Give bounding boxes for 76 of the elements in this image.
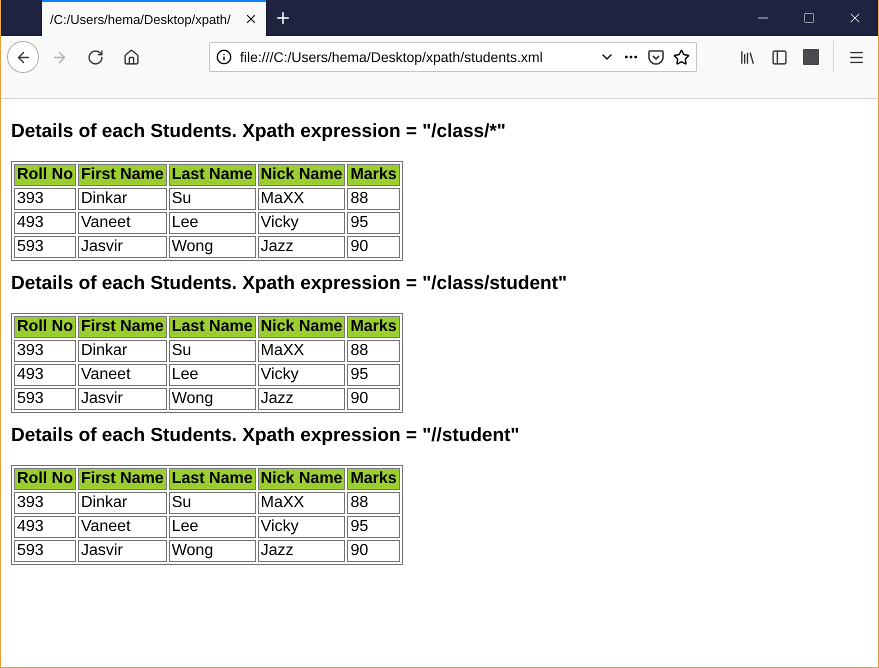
- section-heading: Details of each Students. Xpath expression = "/class/*": [11, 121, 507, 143]
- table-cell: 95: [347, 516, 400, 538]
- table-cell: Wong: [168, 540, 256, 562]
- column-header: Marks: [347, 316, 400, 338]
- reload-icon[interactable]: [86, 48, 104, 66]
- column-header: First Name: [78, 316, 167, 338]
- table-cell: Dinkar: [78, 340, 167, 362]
- column-header: Roll No: [14, 316, 76, 338]
- table-cell: 90: [347, 388, 400, 410]
- browser-tab[interactable]: /C:/Users/hema/Desktop/xpath/: [42, 0, 266, 36]
- table-cell: 88: [347, 340, 400, 362]
- table-cell: 88: [347, 188, 400, 210]
- column-header: Roll No: [14, 164, 76, 186]
- table-cell: Vaneet: [78, 364, 167, 386]
- column-header: Marks: [347, 164, 400, 186]
- column-header: Last Name: [168, 468, 256, 490]
- table-cell: Vaneet: [78, 516, 167, 538]
- section-heading: Details of each Students. Xpath expression = "//student": [11, 425, 520, 447]
- table-cell: 593: [14, 236, 76, 258]
- table-cell: 593: [14, 540, 76, 562]
- table-cell: 393: [14, 188, 76, 210]
- table-cell: 493: [14, 364, 76, 386]
- table-cell: Lee: [168, 516, 256, 538]
- table-cell: Jazz: [258, 236, 346, 258]
- sidebar-icon[interactable]: [770, 48, 788, 66]
- table-cell: Vicky: [258, 516, 346, 538]
- table-cell: Su: [168, 188, 256, 210]
- star-icon[interactable]: [673, 48, 690, 66]
- pocket-icon[interactable]: [647, 48, 665, 66]
- table-cell: Jasvir: [78, 540, 167, 562]
- column-header: Roll No: [14, 468, 76, 490]
- table-cell: Jasvir: [78, 236, 167, 258]
- table-cell: Jazz: [258, 388, 346, 410]
- table-cell: Dinkar: [78, 188, 167, 210]
- maximize-icon[interactable]: [803, 12, 815, 24]
- section-heading: Details of each Students. Xpath expression = "/class/student": [11, 273, 568, 295]
- table-cell: Wong: [168, 388, 256, 410]
- home-icon[interactable]: [122, 48, 140, 66]
- table-cell: Wong: [168, 236, 256, 258]
- column-header: Last Name: [168, 316, 256, 338]
- table-cell: 493: [14, 212, 76, 234]
- table-cell: Lee: [168, 364, 256, 386]
- table-cell: Vaneet: [78, 212, 167, 234]
- column-header: Nick Name: [258, 316, 346, 338]
- table-cell: 95: [347, 212, 400, 234]
- column-header: Last Name: [168, 164, 256, 186]
- table-cell: Lee: [168, 212, 256, 234]
- close-icon[interactable]: [244, 12, 258, 26]
- table-cell: Su: [168, 492, 256, 514]
- table-cell: MaXX: [258, 188, 346, 210]
- table-cell: Jasvir: [78, 388, 167, 410]
- address-bar[interactable]: file:///C:/Users/hema/Desktop/xpath/students.xml: [209, 42, 697, 72]
- column-header: Nick Name: [258, 164, 346, 186]
- table-cell: Su: [168, 340, 256, 362]
- table-cell: 393: [14, 340, 76, 362]
- table-cell: 393: [14, 492, 76, 514]
- table-cell: Jazz: [258, 540, 346, 562]
- table-cell: MaXX: [258, 492, 346, 514]
- table-cell: 90: [347, 236, 400, 258]
- table-cell: 493: [14, 516, 76, 538]
- table-cell: Vicky: [258, 212, 346, 234]
- library-icon[interactable]: [738, 48, 756, 66]
- table-cell: 90: [347, 540, 400, 562]
- info-icon[interactable]: [216, 49, 232, 65]
- table-cell: 593: [14, 388, 76, 410]
- plus-icon[interactable]: [274, 9, 292, 27]
- back-button[interactable]: [7, 41, 39, 73]
- column-header: First Name: [78, 164, 167, 186]
- table-cell: Dinkar: [78, 492, 167, 514]
- table-cell: 88: [347, 492, 400, 514]
- table-cell: 95: [347, 364, 400, 386]
- table-cell: Vicky: [258, 364, 346, 386]
- table-cell: MaXX: [258, 340, 346, 362]
- column-header: Marks: [347, 468, 400, 490]
- column-header: Nick Name: [258, 468, 346, 490]
- column-header: First Name: [78, 468, 167, 490]
